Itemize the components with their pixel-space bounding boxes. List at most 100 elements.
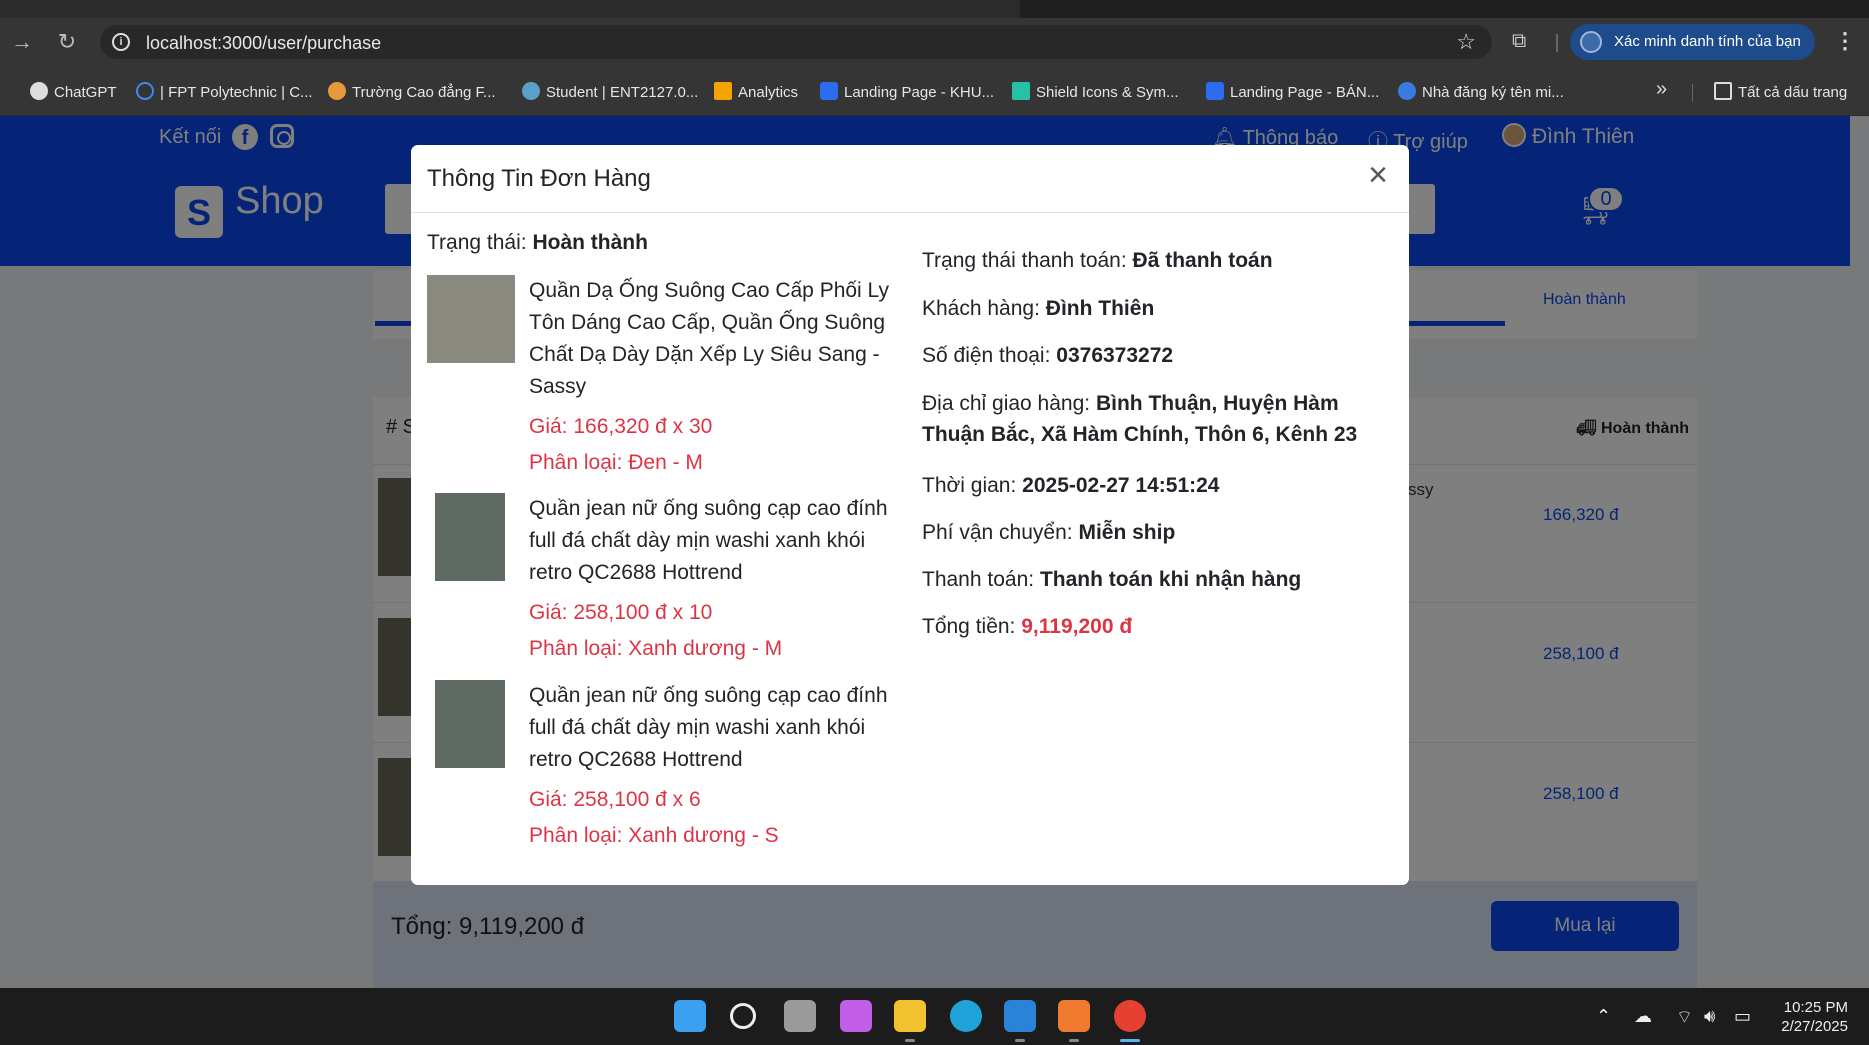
task-view-icon[interactable] [784,1000,816,1032]
more-menu-icon[interactable]: ⋮ [1834,28,1856,54]
volume-icon[interactable]: 🔊︎ [1704,1006,1715,1027]
detail-value: 2025-02-27 14:51:24 [1022,474,1220,497]
bookmark-label: Shield Icons & Sym... [1036,84,1179,101]
url-text: localhost:3000/user/purchase [146,33,382,53]
bookmark-chatgpt[interactable]: ChatGPT [30,82,117,101]
site-info-icon[interactable]: i [112,33,130,51]
product-name: Quần jean nữ ống suông cạp cao đính full… [529,684,888,771]
chevron-up-icon[interactable]: ⌃ [1596,1006,1611,1027]
verify-identity-button[interactable]: Xác minh danh tính của bạn [1570,24,1815,60]
landing-page-icon [1206,82,1224,100]
reload-icon[interactable]: ↻ [53,28,81,56]
detail-label: Số điện thoại: [922,344,1051,367]
product-price: Giá: 166,320 đ x 30 [529,415,713,438]
search-icon[interactable] [730,1003,756,1029]
clock-date: 2/27/2025 [1781,1018,1848,1035]
bookmark-truong-cao-dang[interactable]: Trường Cao đẳng F... [328,82,496,101]
chatgpt-icon [30,82,48,100]
bookmark-label: Landing Page - KHU... [844,84,995,101]
detail-value: Đình Thiên [1045,297,1155,320]
taskbar: ⌃ ☁ ⌔ 🔊︎ ▭ 10:25 PM 2/27/2025 [0,988,1869,1045]
battery-icon[interactable]: ▭ [1734,1006,1751,1027]
detail-value: Miễn ship [1078,521,1176,544]
shield-icon [1012,82,1030,100]
order-info-modal: Thông Tin Đơn Hàng × Trạng thái: Hoàn th… [411,145,1409,885]
wifi-icon[interactable]: ⌔ [1676,1006,1693,1029]
product-price: Giá: 258,100 đ x 6 [529,788,701,811]
product-variant: Phân loại: Đen - M [529,451,703,474]
bookmark-fpt[interactable]: | FPT Polytechnic | C... [136,82,313,101]
total-row: Tổng tiền: 9,119,200 đ [922,611,1392,642]
extensions-icon[interactable]: ⧉ [1512,30,1538,54]
bookmark-label: Student | ENT2127.0... [546,84,699,101]
clock-time: 10:25 PM [1783,999,1848,1016]
registrar-icon [1398,82,1416,100]
address-row: Địa chỉ giao hàng: Bình Thuận, Huyện Hàm… [922,388,1392,450]
close-icon[interactable]: × [1361,158,1395,193]
order-item: Quần jean nữ ống suông cạp cao đính full… [427,680,888,860]
product-name: Quần Dạ Ống Suông Cao Cấp Phối Ly Tôn Dá… [529,279,889,398]
bookmark-star-icon[interactable]: ☆ [1456,29,1476,55]
order-item: Quần jean nữ ống suông cạp cao đính full… [427,493,888,673]
shipping-row: Phí vận chuyển: Miễn ship [922,517,1392,548]
running-indicator [1015,1039,1025,1042]
start-icon[interactable] [674,1000,706,1032]
detail-label: Tổng tiền: [922,615,1016,638]
vscode-icon[interactable] [1004,1000,1036,1032]
bookmark-label: Trường Cao đẳng F... [352,84,496,101]
payment-status-row: Trạng thái thanh toán: Đã thanh toán [922,245,1392,276]
bookmarks-divider [1692,84,1693,102]
xampp-icon[interactable] [1058,1000,1090,1032]
detail-label: Khách hàng: [922,297,1040,320]
active-tab[interactable] [0,0,1020,18]
product-image [435,680,505,768]
status-value: Hoàn thành [532,231,648,254]
browser-toolbar: → ↻ i localhost:3000/user/purchase ☆ ⧉ X… [0,18,1869,66]
running-indicator [905,1039,915,1042]
onedrive-icon[interactable]: ☁ [1634,1006,1652,1027]
bookmarks-bar: ChatGPT | FPT Polytechnic | C... Trường … [0,66,1869,116]
bookmark-student[interactable]: Student | ENT2127.0... [522,82,698,101]
landing-page-icon [820,82,838,100]
bookmark-label: Landing Page - BÁN... [1230,84,1380,101]
detail-label: Thời gian: [922,474,1017,497]
edge-icon[interactable] [950,1000,982,1032]
bookmark-landing-khu[interactable]: Landing Page - KHU... [820,82,994,101]
order-item: Quần Dạ Ống Suông Cao Cấp Phối Ly Tôn Dá… [427,275,889,474]
bookmark-label: Nhà đăng ký tên mi... [1422,84,1564,101]
all-bookmarks[interactable]: Tất cả dấu trang [1714,82,1847,101]
bookmark-shield-icons[interactable]: Shield Icons & Sym... [1012,82,1179,101]
detail-value: Thanh toán khi nhận hàng [1039,568,1302,591]
product-price: Giá: 258,100 đ x 10 [529,601,713,624]
bookmark-domain-registrar[interactable]: Nhà đăng ký tên mi... [1398,82,1564,101]
toolbar-divider [1556,34,1558,52]
bookmark-label: | FPT Polytechnic | C... [160,84,313,101]
time-row: Thời gian: 2025-02-27 14:51:24 [922,470,1392,501]
profile-globe-icon [1580,31,1602,53]
order-status: Trạng thái: Hoàn thành [427,231,648,255]
bookmark-label: Analytics [738,84,799,101]
product-image [435,493,505,581]
forward-icon[interactable]: → [8,28,36,56]
college-icon [328,82,346,100]
modal-title: Thông Tin Đơn Hàng [427,165,651,192]
file-explorer-icon[interactable] [894,1000,926,1032]
all-bookmarks-label: Tất cả dấu trang [1738,84,1848,101]
copilot-icon[interactable] [840,1000,872,1032]
analytics-icon [714,82,732,100]
customer-row: Khách hàng: Đình Thiên [922,293,1392,324]
detail-label: Thanh toán: [922,568,1035,591]
address-bar[interactable]: i localhost:3000/user/purchase ☆ [100,25,1492,59]
more-bookmarks-icon[interactable]: » [1656,78,1667,101]
bookmark-landing-ban[interactable]: Landing Page - BÁN... [1206,82,1379,101]
product-variant: Phân loại: Xanh dương - M [529,637,783,660]
detail-value: Đã thanh toán [1132,249,1273,272]
detail-label: Địa chỉ giao hàng: [922,392,1091,415]
modal-header: Thông Tin Đơn Hàng × [411,145,1409,213]
bookmark-analytics[interactable]: Analytics [714,82,798,101]
chrome-icon[interactable] [1114,1000,1146,1032]
system-clock[interactable]: 10:25 PM 2/27/2025 [1764,998,1848,1036]
running-indicator [1069,1039,1079,1042]
student-icon [522,82,540,100]
detail-value: 9,119,200 đ [1021,615,1133,638]
